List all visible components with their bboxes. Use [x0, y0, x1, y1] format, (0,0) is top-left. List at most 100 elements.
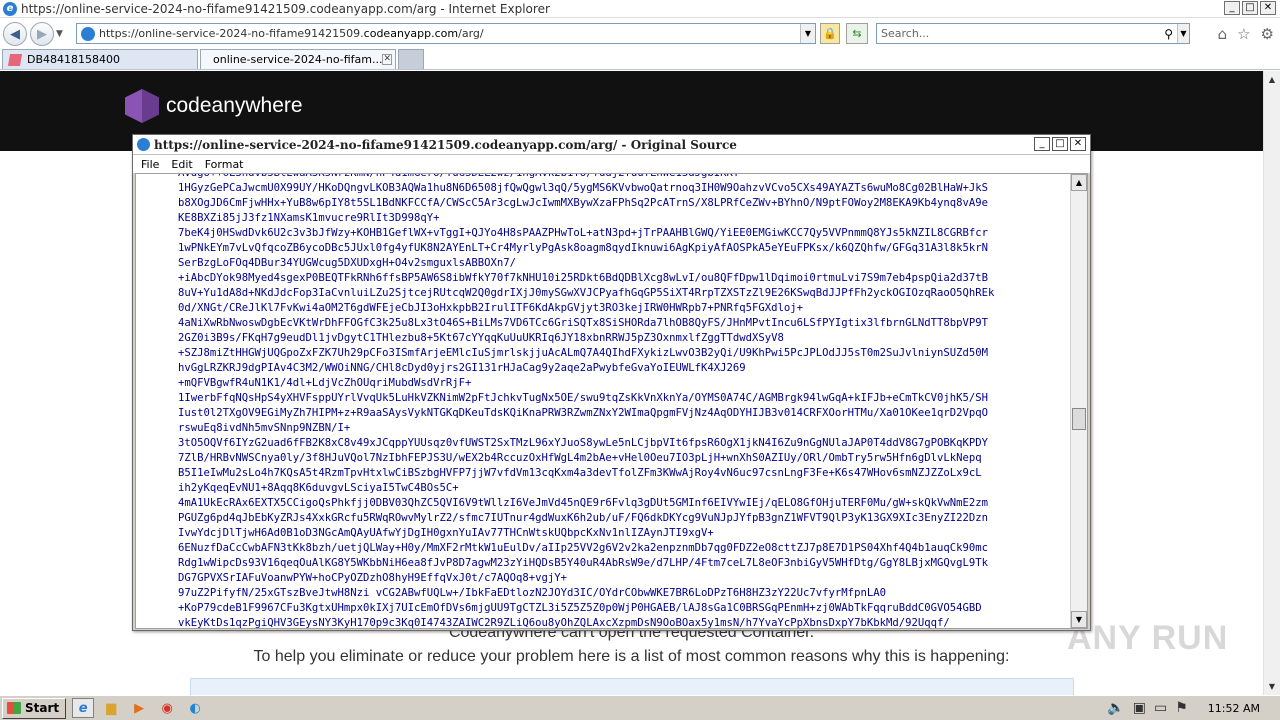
- source-line[interactable]: 97uZ2PifyfN/25xGTszBveJtwH8Nzi vCG2ABwfU…: [178, 586, 1073, 601]
- source-line[interactable]: 2GZ0i3B9s/FKqH7g9eudDl1jvDgytC1THlezbu8+…: [178, 331, 1073, 346]
- source-line[interactable]: 1wPNkEYm7vLvQfqcoZB6ycoDBc5JUxl0fg4yfUK8…: [178, 241, 1073, 256]
- tab-label: online-service-2024-no-fifam...: [213, 53, 383, 66]
- ie-taskbar-icon[interactable]: e: [72, 698, 95, 718]
- source-line[interactable]: DG7GPVXSrIAFuVoanwPYW+hoCPyOZDzhO8hyH9Ef…: [178, 571, 1073, 586]
- flag-notification-icon[interactable]: ⚑: [1175, 700, 1188, 716]
- menu-format[interactable]: Format: [205, 158, 244, 171]
- search-dropdown-icon[interactable]: ▼: [1177, 24, 1189, 43]
- volume-icon[interactable]: 🔈: [1107, 700, 1124, 716]
- file-icon: [7, 53, 23, 66]
- brand-name: codeanywhere: [166, 94, 303, 117]
- cube-logo-icon: [125, 89, 159, 123]
- tab-db48418158400[interactable]: DB48418158400: [2, 49, 198, 69]
- lock-icon[interactable]: 🔒: [820, 23, 840, 44]
- source-text-area[interactable]: AVdgo++6L3hdvb3BtEwaA3K5NrzKmN/nP4d1mGer…: [135, 173, 1088, 629]
- new-tab-button[interactable]: [398, 49, 424, 69]
- source-title-bar: https://online-service-2024-no-fifame914…: [133, 135, 1090, 155]
- close-button[interactable]: ✕: [1260, 1, 1276, 15]
- source-line[interactable]: IvwYdcjDlTjwH6Ad0B1oD3NGcAmQAyUAfwYjDgIH…: [178, 526, 1073, 541]
- forward-button[interactable]: ▶: [30, 22, 54, 46]
- ie-logo-icon: e: [3, 1, 17, 16]
- source-line[interactable]: 0d/XNGt/CReJlKl7FvKwi4aOM2T6gdWFEjeCbJI3…: [178, 301, 1073, 316]
- gear-icon[interactable]: ⚙: [1261, 25, 1274, 43]
- menu-file[interactable]: File: [141, 158, 159, 171]
- source-line[interactable]: 8uV+Yu1dA8d+NKdJdcFop3IaCvnluiLZu2Sjtcej…: [178, 286, 1073, 301]
- source-line[interactable]: Rdg1wWipcDs93V16qeqOuAlKG8Y5WKbbNiH6ea8f…: [178, 556, 1073, 571]
- original-source-window: https://online-service-2024-no-fifame914…: [132, 134, 1091, 631]
- back-button[interactable]: ◀: [3, 22, 27, 46]
- maximize-button[interactable]: □: [1242, 1, 1258, 15]
- edge-icon[interactable]: ◐: [184, 698, 206, 718]
- address-dropdown-icon[interactable]: ▼: [800, 24, 815, 43]
- taskbar: Start e ▆ ▶ ◉ ◐ 🔈 ▣ ▭ ⚑ 11:52 AM: [0, 695, 1280, 720]
- scroll-up-icon[interactable]: ▲: [1264, 71, 1280, 88]
- source-scroll-up-icon[interactable]: ▲: [1071, 174, 1087, 191]
- source-line[interactable]: ih2yKqeqEvNU1+8Aqq8K6duvgvLSciyaI5TwC4BO…: [178, 481, 1073, 496]
- source-line[interactable]: 1HGyzGePCaJwcmU0X99UY/HKoDQngvLKOB3AQWa1…: [178, 181, 1073, 196]
- source-maximize-button[interactable]: □: [1052, 137, 1068, 151]
- home-icon[interactable]: ⌂: [1218, 25, 1228, 43]
- source-line[interactable]: 4mA1UkEcRAx6EXTX5CCigoQsPhkfjj0DBV03QhZC…: [178, 496, 1073, 511]
- source-code[interactable]: AVdgo++6L3hdvb3BtEwaA3K5NrzKmN/nP4d1mGer…: [178, 174, 1073, 628]
- search-icon[interactable]: ⚲: [1164, 27, 1173, 41]
- source-line[interactable]: SerBzgLoFOq4DBur34YUGWcug5DXUDxgH+O4v2sm…: [178, 256, 1073, 271]
- scroll-down-icon[interactable]: ▼: [1264, 678, 1280, 695]
- source-line[interactable]: +mQFVBgwfR4uN1K1/4dl+LdjVcZhOUqriMubdWsd…: [178, 376, 1073, 391]
- window-controls: _ □ ✕: [1224, 1, 1276, 15]
- anyrun-watermark: ANY RUN: [1067, 619, 1229, 657]
- reasons-list-box: [190, 678, 1074, 695]
- source-line[interactable]: +iAbcDYok98Myed4sgexP0BEQTFkRNh6ffsBP5AW…: [178, 271, 1073, 286]
- chrome-icon[interactable]: ◉: [156, 698, 178, 718]
- favorites-star-icon[interactable]: ☆: [1237, 25, 1250, 43]
- source-line[interactable]: 3tO5OQVf6IYzG2uad6fFB2K8xC8v49xJCqppYUUs…: [178, 436, 1073, 451]
- source-line[interactable]: 6ENuzfDaCcCwbAFN3tKk8bzh/uetjQLWay+H0y/M…: [178, 541, 1073, 556]
- address-field[interactable]: https://online-service-2024-no-fifame914…: [76, 23, 816, 44]
- tab-close-icon[interactable]: ✕: [382, 54, 393, 65]
- codeanywhere-logo[interactable]: codeanywhere: [125, 89, 303, 123]
- source-scrollbar[interactable]: ▲ ▼: [1070, 174, 1087, 628]
- search-box[interactable]: Search... ⚲ ▼: [876, 23, 1190, 44]
- minimize-button[interactable]: _: [1224, 1, 1240, 15]
- ie-source-icon: [137, 138, 150, 151]
- search-input[interactable]: Search...: [877, 27, 1164, 40]
- source-line[interactable]: hvGgLRZKRJ9dgPIAv4C3M2/WWOiNNG/CHl8cDyd0…: [178, 361, 1073, 376]
- source-line[interactable]: 1IwerbFfqNQsHpS4yXHVFsppUYrlVvqUk5LuHkVZ…: [178, 391, 1073, 406]
- source-scroll-thumb[interactable]: [1072, 408, 1086, 430]
- source-close-button[interactable]: ✕: [1070, 137, 1086, 151]
- refresh-button[interactable]: ⇆: [846, 23, 868, 44]
- address-toolbar: ◀ ▶ ▼ https://online-service-2024-no-fif…: [0, 19, 1280, 49]
- source-line[interactable]: KE8BXZi85jJ3fz1NXamsK1mvucre9RlIt3D998qY…: [178, 211, 1073, 226]
- clock[interactable]: 11:52 AM: [1208, 702, 1260, 715]
- page-scrollbar[interactable]: ▲ ▼: [1263, 71, 1280, 695]
- source-line[interactable]: Iust0l2TXgOV9EGiMyZh7HIPM+z+R9aaSAysVykN…: [178, 406, 1073, 421]
- tab-online-service[interactable]: online-service-2024-no-fifam... ✕: [200, 49, 396, 69]
- source-menu-bar: File Edit Format: [133, 155, 1090, 173]
- source-line[interactable]: 7ZlB/HRBvNWSCnya0ly/3f8HJuVQol7NzIbhFEPJ…: [178, 451, 1073, 466]
- source-line[interactable]: b8XOgJD6CmFjwHHx+YuB8w6pIY8t5SL1BdNKFCCf…: [178, 196, 1073, 211]
- history-dropdown-icon[interactable]: ▼: [56, 29, 63, 39]
- toolbar-icons: ⌂ ☆ ⚙: [1218, 25, 1274, 43]
- device-icon[interactable]: ▭: [1154, 700, 1167, 716]
- source-line[interactable]: +SZJ8miZtHHGWjUQGpoZxFZK7Uh29pCFo3ISmfAr…: [178, 346, 1073, 361]
- start-button[interactable]: Start: [2, 697, 67, 719]
- address-url[interactable]: https://online-service-2024-no-fifame914…: [99, 27, 484, 40]
- tab-bar: DB48418158400 online-service-2024-no-fif…: [0, 49, 1280, 70]
- source-line[interactable]: PGUZg6pd4qJbEbKyZRJs4XxkGRcfu5RWqROwvMyl…: [178, 511, 1073, 526]
- menu-edit[interactable]: Edit: [171, 158, 192, 171]
- source-line[interactable]: vkEyKtDs1qzPgiQHV3GEysNY3KyH170p9c3Kq0I4…: [178, 616, 1073, 628]
- media-player-icon[interactable]: ▶: [128, 698, 150, 718]
- source-line[interactable]: B5I1eIwMu2sLo4h7KQsA5t4RzmTpvHtxlwCiBSzb…: [178, 466, 1073, 481]
- source-line[interactable]: AVdgo++6L3hdvb3BtEwaA3K5NrzKmN/nP4d1mGer…: [178, 174, 1073, 181]
- explorer-folder-icon[interactable]: ▆: [100, 698, 122, 718]
- system-tray: 🔈 ▣ ▭ ⚑ 11:52 AM: [1097, 696, 1280, 720]
- source-line[interactable]: 4aNiXwRbNwoswDgbEcVKtWrDhFFOGfC3k25u8Lx3…: [178, 316, 1073, 331]
- source-line[interactable]: +KoP79cdeB1F9967CFu3KgtxUHmpx0kIXj7UIcEm…: [178, 601, 1073, 616]
- source-line[interactable]: rswuEq8ivdNh5mvSNnp9NZBN/I+: [178, 421, 1073, 436]
- browser-title-bar: e https://online-service-2024-no-fifame9…: [0, 0, 1280, 18]
- source-window-title: https://online-service-2024-no-fifame914…: [154, 137, 737, 152]
- start-label: Start: [25, 701, 60, 715]
- network-icon[interactable]: ▣: [1133, 700, 1146, 716]
- source-minimize-button[interactable]: _: [1034, 137, 1050, 151]
- source-line[interactable]: 7beK4j0HSwdDvk6U2c3v3bJfWzy+KOHB1GeflWX+…: [178, 226, 1073, 241]
- source-scroll-down-icon[interactable]: ▼: [1071, 611, 1087, 628]
